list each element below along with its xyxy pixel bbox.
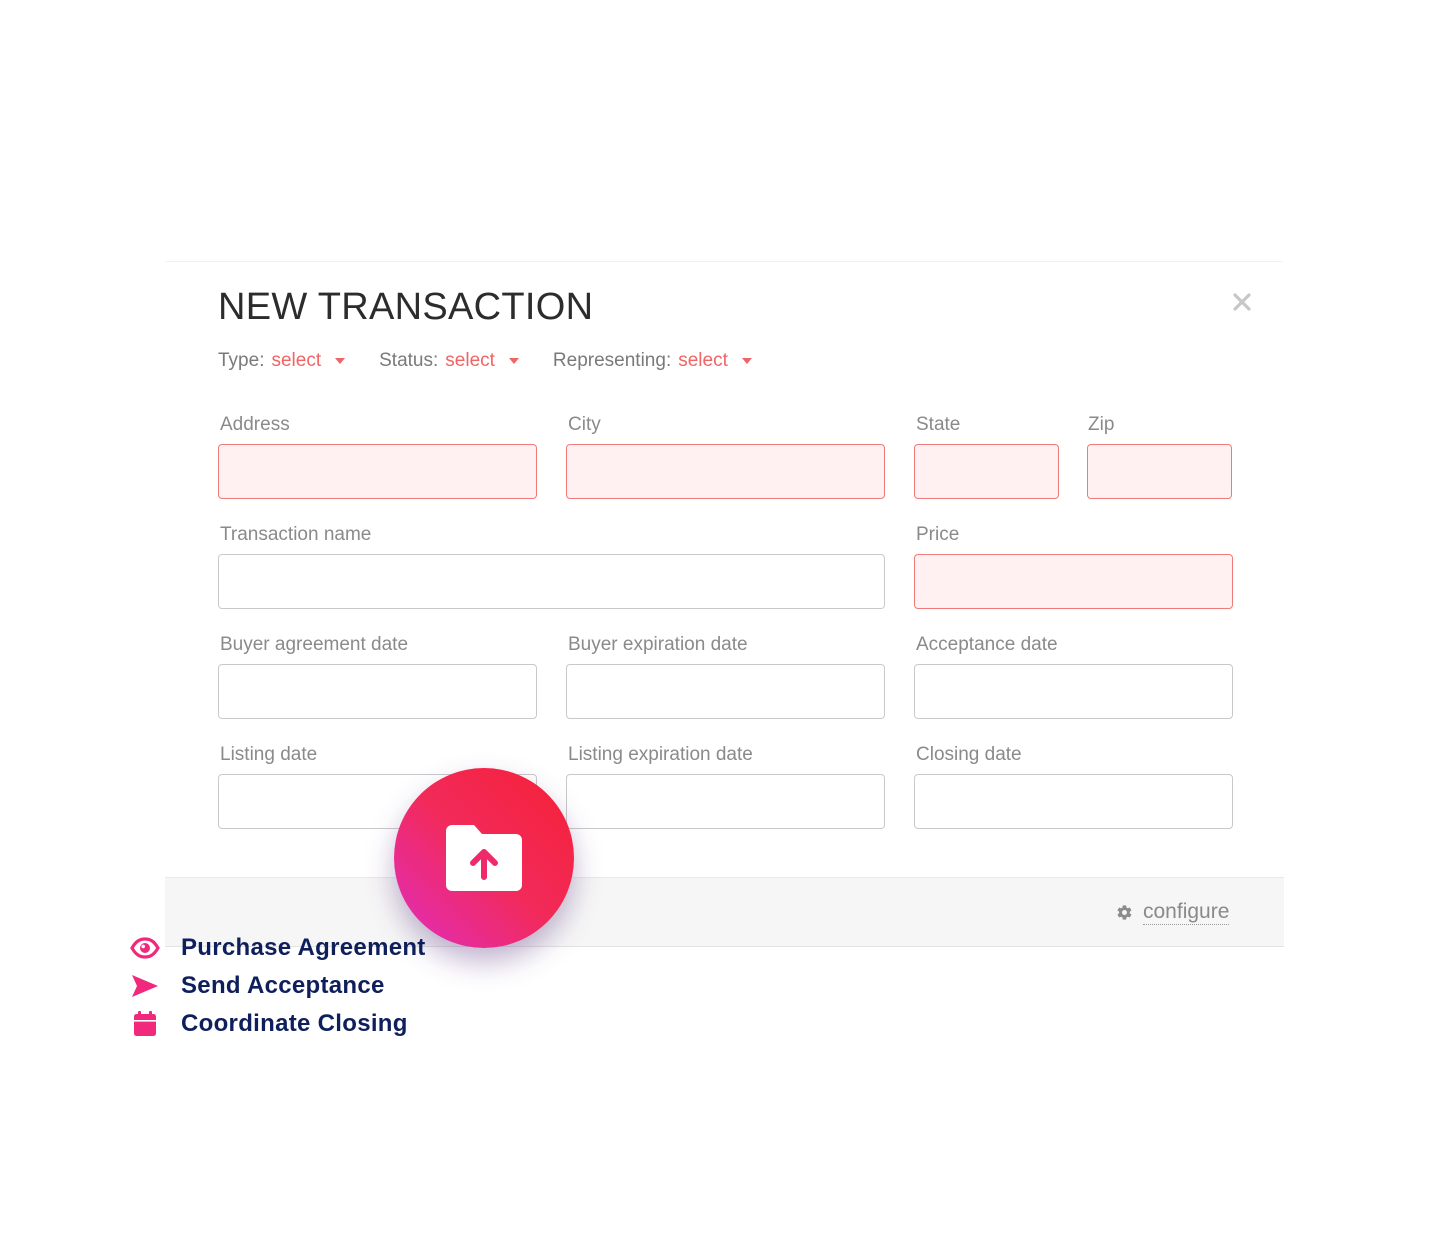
feature-label: Coordinate Closing — [181, 1010, 408, 1037]
status-select-label: Status: — [379, 350, 439, 371]
transaction-selectors: Type: select Status: select Representing… — [218, 350, 752, 372]
state-field[interactable] — [914, 444, 1059, 499]
price-label: Price — [916, 524, 960, 545]
acceptance-date-label: Acceptance date — [916, 634, 1058, 655]
state-label: State — [916, 414, 961, 435]
type-select-value[interactable]: select — [271, 350, 321, 372]
calendar-icon — [130, 1009, 160, 1039]
chevron-down-icon — [508, 358, 519, 364]
listing-expiration-date-label: Listing expiration date — [568, 744, 753, 765]
price-field[interactable] — [914, 554, 1233, 609]
representing-select[interactable]: Representing: select — [553, 350, 752, 372]
close-button[interactable] — [1228, 288, 1256, 316]
configure-button[interactable]: configure — [1116, 900, 1230, 925]
listing-date-label: Listing date — [220, 744, 318, 765]
feature-label: Purchase Agreement — [181, 934, 426, 961]
representing-select-value[interactable]: select — [678, 350, 728, 372]
status-select-value[interactable]: select — [445, 350, 495, 372]
folder-upload-icon — [446, 825, 522, 891]
close-icon — [1233, 293, 1251, 311]
buyer-agreement-date-field[interactable] — [218, 664, 537, 719]
modal-divider — [165, 261, 1283, 262]
gear-icon — [1117, 905, 1132, 920]
transaction-name-field[interactable] — [218, 554, 885, 609]
modal-title: NEW TRANSACTION — [218, 286, 594, 328]
feature-item-purchase-agreement: Purchase Agreement — [130, 930, 425, 966]
upload-button[interactable] — [394, 768, 574, 948]
type-select-label: Type: — [218, 350, 265, 371]
buyer-expiration-date-label: Buyer expiration date — [568, 634, 748, 655]
chevron-down-icon — [335, 358, 346, 364]
eye-icon — [130, 933, 160, 963]
representing-select-label: Representing: — [552, 350, 672, 371]
feature-item-coordinate-closing: Coordinate Closing — [130, 1006, 407, 1042]
feature-label: Send Acceptance — [181, 972, 385, 999]
closing-date-field[interactable] — [914, 774, 1233, 829]
closing-date-label: Closing date — [916, 744, 1022, 765]
transaction-name-label: Transaction name — [220, 524, 372, 545]
acceptance-date-field[interactable] — [914, 664, 1233, 719]
city-field[interactable] — [566, 444, 885, 499]
configure-label: configure — [1143, 900, 1230, 925]
type-select[interactable]: Type: select — [218, 350, 346, 372]
buyer-agreement-date-label: Buyer agreement date — [220, 634, 409, 655]
zip-label: Zip — [1088, 414, 1115, 435]
address-label: Address — [220, 414, 290, 435]
address-field[interactable] — [218, 444, 537, 499]
stage: NEW TRANSACTION Type: select Status: sel… — [0, 0, 1450, 1250]
zip-field[interactable] — [1087, 444, 1232, 499]
chevron-down-icon — [741, 358, 752, 364]
status-select[interactable]: Status: select — [379, 350, 519, 372]
feature-item-send-acceptance: Send Acceptance — [130, 968, 384, 1004]
buyer-expiration-date-field[interactable] — [566, 664, 885, 719]
listing-expiration-date-field[interactable] — [566, 774, 885, 829]
city-label: City — [568, 414, 601, 435]
send-icon — [130, 971, 160, 1001]
